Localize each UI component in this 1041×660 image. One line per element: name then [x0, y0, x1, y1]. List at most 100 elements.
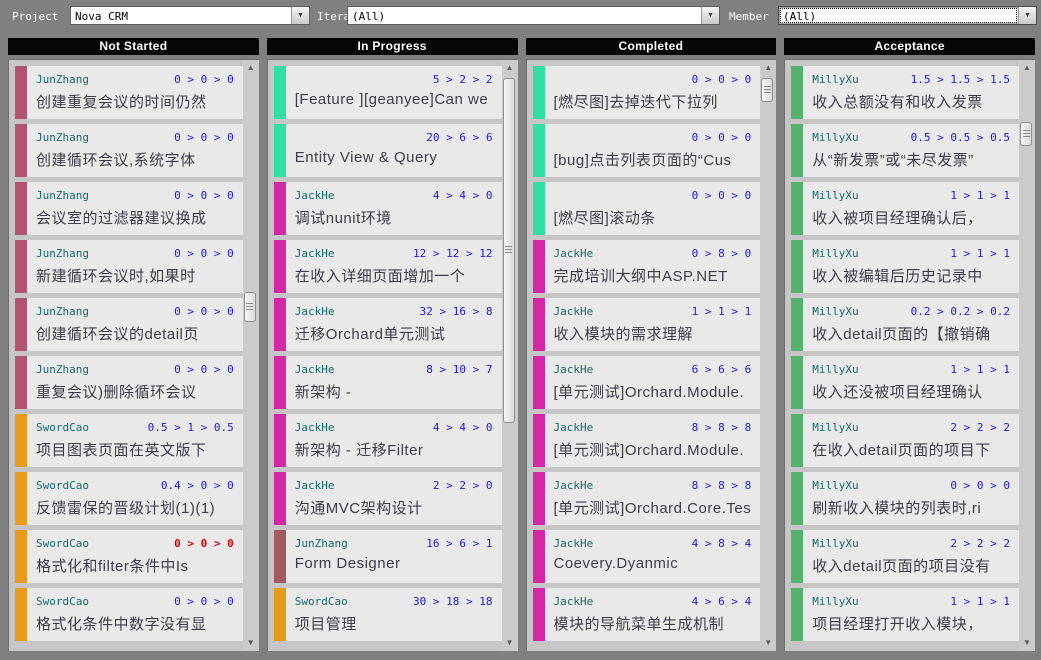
card-body: 0 > 0 > 0 [燃尽图]滚动条	[545, 182, 761, 235]
kanban-card[interactable]: MillyXu 0.5 > 0.5 > 0.5 从“新发票”或“未尽发票”	[791, 124, 1019, 177]
kanban-card[interactable]: JunZhang 0 > 0 > 0 新建循环会议时,如果时	[15, 240, 243, 293]
card-priority-stripe	[791, 124, 803, 177]
kanban-card[interactable]: JunZhang 0 > 0 > 0 创建循环会议,系统字体	[15, 124, 243, 177]
kanban-card[interactable]: JackHe 8 > 10 > 7 新架构 -	[274, 356, 502, 409]
card-priority-stripe	[274, 414, 286, 467]
column-header-not-started: Not Started	[8, 38, 259, 55]
kanban-card[interactable]: JunZhang 0 > 0 > 0 会议室的过滤器建议换成	[15, 182, 243, 235]
iteration-select[interactable]: (All) ▼	[347, 6, 720, 25]
card-assignee: MillyXu	[812, 73, 858, 86]
scroll-up-arrow-icon[interactable]: ▲	[502, 62, 518, 74]
kanban-card[interactable]: JackHe 1 > 1 > 1 收入模块的需求理解	[533, 298, 761, 351]
card-assignee: SwordCao	[36, 595, 89, 608]
card-priority-stripe	[533, 588, 545, 641]
kanban-card[interactable]: MillyXu 0 > 0 > 0 刷新收入模块的列表时,ri	[791, 472, 1019, 525]
kanban-board: JunZhang 0 > 0 > 0 创建重复会议的时间仍然 JunZhang …	[8, 59, 1035, 651]
kanban-card[interactable]: MillyXu 1 > 1 > 1 收入还没被项目经理确认	[791, 356, 1019, 409]
kanban-card[interactable]: SwordCao 0 > 0 > 0 格式化条件中数字没有显	[15, 588, 243, 641]
kanban-card[interactable]: SwordCao 0.5 > 1 > 0.5 项目图表页面在英文版下	[15, 414, 243, 467]
kanban-card[interactable]: JackHe 0 > 8 > 0 完成培训大纲中ASP.NET	[533, 240, 761, 293]
scroll-down-arrow-icon[interactable]: ▼	[502, 637, 518, 649]
project-select[interactable]: Nova CRM ▼	[70, 6, 310, 25]
scroll-down-arrow-icon[interactable]: ▼	[243, 637, 259, 649]
kanban-card[interactable]: MillyXu 1 > 1 > 1 收入被项目经理确认后，	[791, 182, 1019, 235]
card-effort-metrics: 1 > 1 > 1	[950, 247, 1010, 260]
dropdown-arrow-icon[interactable]: ▼	[291, 7, 309, 24]
scrollbar-thumb[interactable]	[761, 78, 773, 102]
kanban-card[interactable]: JackHe 4 > 8 > 4 Coevery.Dyanmic	[533, 530, 761, 583]
kanban-card[interactable]: 0 > 0 > 0 [燃尽图]去掉迭代下拉列	[533, 66, 761, 119]
kanban-card[interactable]: MillyXu 2 > 2 > 2 收入detail页面的项目没有	[791, 530, 1019, 583]
card-title: 收入detail页面的项目没有	[812, 555, 1010, 576]
scrollbar-thumb[interactable]	[503, 78, 515, 423]
card-priority-stripe	[274, 298, 286, 351]
kanban-card[interactable]: 0 > 0 > 0 [燃尽图]滚动条	[533, 182, 761, 235]
kanban-card[interactable]: JackHe 4 > 4 > 0 新架构 - 迁移Filter	[274, 414, 502, 467]
card-effort-metrics: 20 > 6 > 6	[426, 131, 492, 144]
card-body: MillyXu 1 > 1 > 1 收入被项目经理确认后，	[803, 182, 1019, 235]
iteration-select-value[interactable]: (All)	[348, 7, 701, 24]
kanban-card[interactable]: MillyXu 1.5 > 1.5 > 1.5 收入总额没有和收入发票	[791, 66, 1019, 119]
card-top-row: 20 > 6 > 6	[295, 131, 493, 144]
kanban-card[interactable]: 20 > 6 > 6 Entity View & Query	[274, 124, 502, 177]
card-body: SwordCao 0 > 0 > 0 格式化条件中数字没有显	[27, 588, 243, 641]
scroll-up-arrow-icon[interactable]: ▲	[243, 62, 259, 74]
column-header-in-progress: In Progress	[267, 38, 518, 55]
kanban-card[interactable]: MillyXu 1 > 1 > 1 收入被编辑后历史记录中	[791, 240, 1019, 293]
card-priority-stripe	[15, 472, 27, 525]
card-assignee: SwordCao	[36, 537, 89, 550]
card-effort-metrics: 32 > 16 > 8	[420, 305, 493, 318]
member-select[interactable]: (All) ▼	[778, 6, 1037, 25]
card-effort-metrics: 12 > 12 > 12	[413, 247, 492, 260]
card-top-row: JackHe 0 > 8 > 0	[554, 247, 752, 260]
card-title: [Feature ][geanyee]Can we	[295, 91, 493, 108]
dropdown-arrow-icon[interactable]: ▼	[701, 7, 719, 24]
card-title: Entity View & Query	[295, 149, 493, 166]
card-body: JunZhang 0 > 0 > 0 创建循环会议的detail页	[27, 298, 243, 351]
card-body: JackHe 8 > 8 > 8 [单元测试]Orchard.Core.Tes	[545, 472, 761, 525]
column-scrollbar[interactable]: ▲▼	[502, 60, 518, 651]
kanban-card[interactable]: SwordCao 0.4 > 0 > 0 反馈雷保的晋级计划(1)(1)	[15, 472, 243, 525]
card-title: 项目图表页面在英文版下	[36, 439, 234, 460]
kanban-card[interactable]: JunZhang 0 > 0 > 0 创建循环会议的detail页	[15, 298, 243, 351]
kanban-card[interactable]: JackHe 4 > 4 > 0 调试nunit环境	[274, 182, 502, 235]
card-priority-stripe	[791, 472, 803, 525]
card-title: [单元测试]Orchard.Core.Tes	[554, 497, 752, 518]
kanban-card[interactable]: JackHe 6 > 6 > 6 [单元测试]Orchard.Module.	[533, 356, 761, 409]
kanban-card[interactable]: JackHe 8 > 8 > 8 [单元测试]Orchard.Core.Tes	[533, 472, 761, 525]
card-body: JackHe 4 > 4 > 0 新架构 - 迁移Filter	[286, 414, 502, 467]
scrollbar-thumb[interactable]	[244, 292, 256, 322]
dropdown-arrow-icon[interactable]: ▼	[1018, 7, 1036, 24]
kanban-card[interactable]: JunZhang 16 > 6 > 1 Form Designer	[274, 530, 502, 583]
card-top-row: SwordCao 0 > 0 > 0	[36, 595, 234, 608]
kanban-card[interactable]: JunZhang 0 > 0 > 0 重复会议)删除循环会议	[15, 356, 243, 409]
scroll-up-arrow-icon[interactable]: ▲	[760, 62, 776, 74]
kanban-card[interactable]: JackHe 12 > 12 > 12 在收入详细页面增加一个	[274, 240, 502, 293]
column-scrollbar[interactable]: ▲▼	[1019, 60, 1035, 651]
kanban-card[interactable]: MillyXu 1 > 1 > 1 项目经理打开收入模块，	[791, 588, 1019, 641]
column-scrollbar[interactable]: ▲▼	[760, 60, 776, 651]
card-priority-stripe	[533, 124, 545, 177]
member-select-value[interactable]: (All)	[779, 7, 1018, 24]
card-body: JackHe 8 > 10 > 7 新架构 -	[286, 356, 502, 409]
kanban-card[interactable]: MillyXu 0.2 > 0.2 > 0.2 收入detail页面的【撤销确	[791, 298, 1019, 351]
project-select-value[interactable]: Nova CRM	[71, 7, 291, 24]
kanban-card[interactable]: 5 > 2 > 2 [Feature ][geanyee]Can we	[274, 66, 502, 119]
kanban-card[interactable]: JackHe 32 > 16 > 8 迁移Orchard单元测试	[274, 298, 502, 351]
kanban-card[interactable]: MillyXu 2 > 2 > 2 在收入detail页面的项目下	[791, 414, 1019, 467]
kanban-card[interactable]: SwordCao 0 > 0 > 0 格式化和filter条件中Is	[15, 530, 243, 583]
scroll-down-arrow-icon[interactable]: ▼	[1019, 637, 1035, 649]
kanban-card[interactable]: JackHe 8 > 8 > 8 [单元测试]Orchard.Module.	[533, 414, 761, 467]
scroll-up-arrow-icon[interactable]: ▲	[1019, 62, 1035, 74]
card-body: JunZhang 0 > 0 > 0 重复会议)删除循环会议	[27, 356, 243, 409]
kanban-card[interactable]: JackHe 2 > 2 > 0 沟通MVC架构设计	[274, 472, 502, 525]
card-assignee: JackHe	[295, 305, 335, 318]
kanban-card[interactable]: JunZhang 0 > 0 > 0 创建重复会议的时间仍然	[15, 66, 243, 119]
scroll-down-arrow-icon[interactable]: ▼	[760, 637, 776, 649]
kanban-card[interactable]: SwordCao 30 > 18 > 18 项目管理	[274, 588, 502, 641]
kanban-card[interactable]: 0 > 0 > 0 [bug]点击列表页面的“Cus	[533, 124, 761, 177]
scrollbar-thumb[interactable]	[1020, 122, 1032, 146]
card-body: JackHe 1 > 1 > 1 收入模块的需求理解	[545, 298, 761, 351]
column-scrollbar[interactable]: ▲▼	[243, 60, 259, 651]
kanban-card[interactable]: JackHe 4 > 6 > 4 模块的导航菜单生成机制	[533, 588, 761, 641]
